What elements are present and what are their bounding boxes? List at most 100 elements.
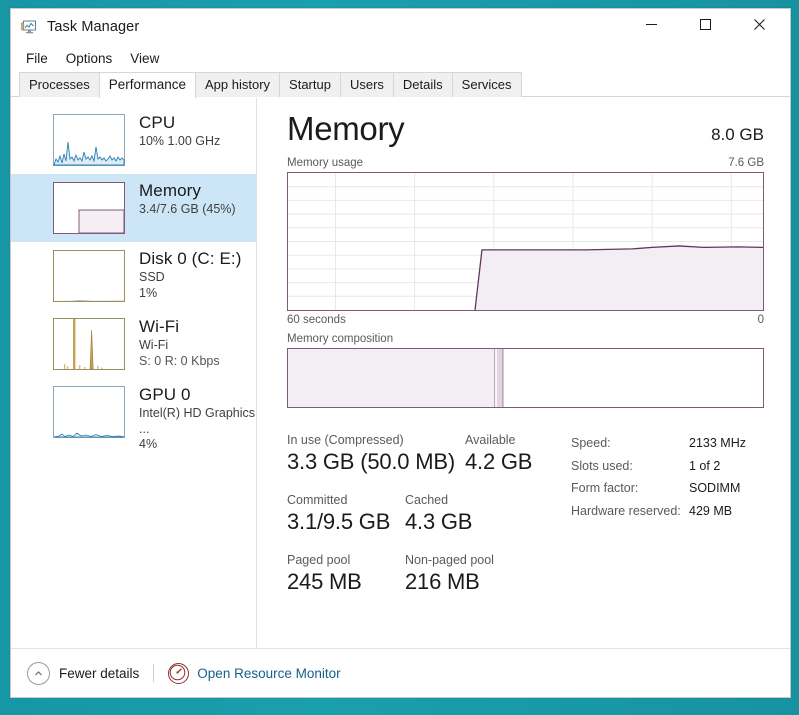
stat-value: 3.3 GB (50.0 MB)	[287, 449, 455, 474]
tab-app-history[interactable]: App history	[195, 72, 281, 97]
panel-header: Memory 8.0 GB	[287, 110, 764, 148]
info-key: Speed:	[571, 436, 611, 450]
info-row-hardware-reserved: Hardware reserved: 429 MB	[571, 500, 764, 523]
window-title: Task Manager	[47, 19, 140, 35]
footer-divider	[153, 664, 155, 682]
page-title: Memory	[287, 110, 405, 147]
tab-processes[interactable]: Processes	[19, 72, 100, 97]
sidebar-item-sub1: SSD	[139, 270, 165, 284]
menu-view[interactable]: View	[121, 48, 168, 69]
info-row-speed: Speed: 2133 MHz	[571, 432, 764, 455]
sidebar-disk-text: Disk 0 (C: E:) SSD 1%	[139, 248, 241, 301]
footer-bar: Fewer details Open Resource Monitor	[11, 648, 790, 697]
memory-statistics: In use (Compressed) 3.3 GB (50.0 MB) Ava…	[287, 432, 764, 612]
stat-row-pools: Paged pool 245 MB Non-paged pool 216 MB	[287, 552, 565, 596]
chevron-up-icon	[27, 661, 50, 685]
tab-users[interactable]: Users	[339, 72, 394, 97]
info-value: SODIMM	[689, 481, 741, 495]
stats-right-column: Speed: 2133 MHz Slots used: 1 of 2 Form …	[565, 432, 764, 612]
stat-label: Non-paged pool	[405, 553, 494, 567]
memory-detail-panel: Memory 8.0 GB Memory usage 7.6 GB 60 sec…	[257, 98, 790, 649]
open-resource-monitor-link[interactable]: Open Resource Monitor	[168, 662, 341, 684]
sidebar-item-label: Memory	[139, 181, 201, 200]
close-button[interactable]	[736, 9, 782, 40]
maximize-button[interactable]	[682, 9, 728, 40]
composition-title: Memory composition	[287, 333, 394, 345]
usage-graph-labels: Memory usage 7.6 GB	[287, 157, 764, 169]
open-resource-monitor-label: Open Resource Monitor	[197, 665, 341, 681]
info-value: 429 MB	[689, 503, 733, 518]
stat-paged-pool: Paged pool 245 MB	[287, 552, 405, 596]
minimize-button[interactable]	[628, 9, 674, 40]
gpu-thumbnail-graph	[53, 386, 125, 438]
sidebar-wifi-text: Wi-Fi Wi-Fi S: 0 R: 0 Kbps	[139, 316, 220, 369]
stat-label: Available	[465, 433, 516, 447]
sidebar-item-sub1: 10% 1.00 GHz	[139, 134, 221, 148]
resource-monitor-icon	[168, 662, 190, 684]
sidebar-item-sub2: S: 0 R: 0 Kbps	[139, 353, 220, 368]
task-manager-icon	[21, 19, 38, 36]
tab-strip: Processes Performance App history Startu…	[11, 71, 790, 98]
sidebar-item-disk[interactable]: Disk 0 (C: E:) SSD 1%	[11, 242, 256, 310]
sidebar-item-label: GPU 0	[139, 385, 191, 404]
menu-bar: File Options View	[11, 45, 790, 71]
info-key: Form factor:	[571, 481, 639, 495]
sidebar-item-label: Wi-Fi	[139, 317, 180, 336]
tab-performance[interactable]: Performance	[98, 72, 196, 98]
info-row-form-factor: Form factor: SODIMM	[571, 477, 764, 500]
wifi-thumbnail-graph	[53, 318, 125, 370]
info-key: Slots used:	[571, 458, 633, 473]
sidebar-item-sub1: Intel(R) HD Graphics ...	[139, 406, 255, 436]
info-key: Hardware reserved:	[571, 503, 681, 518]
composition-labels: Memory composition	[287, 333, 764, 345]
stats-left-column: In use (Compressed) 3.3 GB (50.0 MB) Ava…	[287, 432, 565, 612]
stat-value: 216 MB	[405, 569, 480, 594]
stat-row-inuse: In use (Compressed) 3.3 GB (50.0 MB) Ava…	[287, 432, 565, 476]
usage-graph-max: 7.6 GB	[728, 157, 764, 169]
memory-thumbnail-graph	[53, 182, 125, 234]
sidebar-item-sub2: 4%	[139, 437, 158, 451]
menu-file[interactable]: File	[17, 48, 57, 69]
stat-value: 245 MB	[287, 569, 362, 594]
memory-composition-bar	[287, 348, 764, 408]
sidebar-item-sub2: 1%	[139, 285, 158, 300]
resource-sidebar: CPU 10% 1.00 GHz Memory 3.4/7.6 GB (45%)	[11, 98, 257, 649]
sidebar-item-label: CPU	[139, 113, 176, 132]
sidebar-item-sub1: Wi-Fi	[139, 338, 169, 352]
tab-details[interactable]: Details	[392, 72, 453, 97]
stat-label: In use (Compressed)	[287, 433, 404, 447]
fewer-details-button[interactable]: Fewer details	[27, 661, 140, 685]
sidebar-memory-text: Memory 3.4/7.6 GB (45%)	[139, 180, 236, 218]
tab-startup[interactable]: Startup	[279, 72, 341, 97]
sidebar-item-wifi[interactable]: Wi-Fi Wi-Fi S: 0 R: 0 Kbps	[11, 310, 256, 378]
stat-label: Committed	[287, 493, 348, 507]
fewer-details-label: Fewer details	[59, 665, 140, 681]
cpu-thumbnail-graph	[53, 114, 125, 166]
sidebar-item-cpu[interactable]: CPU 10% 1.00 GHz	[11, 106, 256, 174]
stat-cached: Cached 4.3 GB	[405, 492, 472, 536]
stat-available: Available 4.2 GB	[465, 432, 532, 476]
usage-graph-axis-right: 0	[757, 314, 764, 326]
sidebar-item-label: Disk 0 (C: E:)	[139, 249, 242, 268]
content-area: CPU 10% 1.00 GHz Memory 3.4/7.6 GB (45%)	[11, 98, 790, 649]
info-row-slots: Slots used: 1 of 2	[571, 455, 764, 478]
task-manager-window: Task Manager File Options View Processes…	[10, 8, 791, 698]
menu-options[interactable]: Options	[57, 48, 122, 69]
stat-committed: Committed 3.1/9.5 GB	[287, 492, 405, 536]
stat-label: Cached	[405, 493, 449, 507]
stat-in-use: In use (Compressed) 3.3 GB (50.0 MB)	[287, 432, 465, 476]
usage-graph-title: Memory usage	[287, 157, 364, 169]
stat-row-committed: Committed 3.1/9.5 GB Cached 4.3 GB	[287, 492, 565, 536]
disk-thumbnail-graph	[53, 250, 125, 302]
stat-label: Paged pool	[287, 553, 351, 567]
tab-services[interactable]: Services	[451, 72, 522, 97]
info-value: 2133 MHz	[689, 436, 746, 450]
stat-value: 4.3 GB	[405, 509, 473, 534]
sidebar-item-gpu[interactable]: GPU 0 Intel(R) HD Graphics ... 4%	[11, 378, 256, 451]
usage-graph-axis-left: 60 seconds	[287, 314, 346, 326]
sidebar-item-memory[interactable]: Memory 3.4/7.6 GB (45%)	[11, 174, 256, 242]
sidebar-item-sub1: 3.4/7.6 GB (45%)	[139, 202, 236, 216]
info-value: 1 of 2	[689, 458, 721, 473]
sidebar-cpu-text: CPU 10% 1.00 GHz	[139, 112, 220, 150]
stat-value: 4.2 GB	[465, 449, 533, 474]
